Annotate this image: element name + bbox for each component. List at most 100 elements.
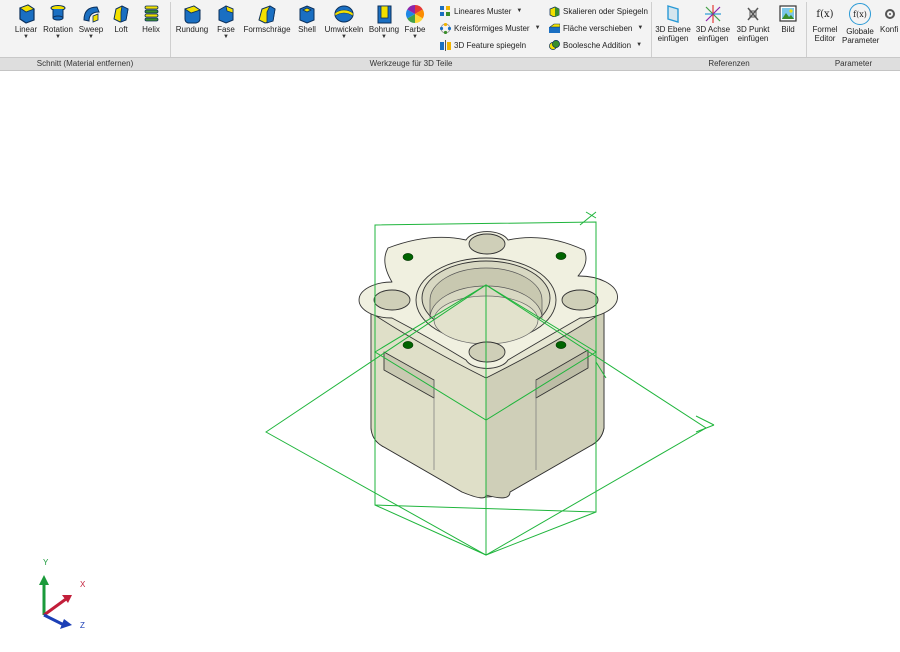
tool-label: Lineares Muster (454, 6, 512, 16)
point-icon (747, 7, 759, 21)
model-canvas[interactable] (0, 70, 900, 650)
linear-button[interactable]: Linear ▼ (10, 3, 42, 40)
move-face-icon (549, 23, 560, 33)
chevron-down-icon[interactable]: ▼ (368, 34, 400, 40)
configuration-button[interactable]: Konfi (880, 3, 900, 34)
global-parameter-icon: f(x) (849, 3, 871, 25)
tool-label: Sweep (78, 25, 104, 34)
chevron-down-icon[interactable]: ▼ (516, 8, 522, 14)
fillet-icon (184, 5, 201, 24)
chamfer-button[interactable]: Fase ▼ (212, 3, 240, 40)
y-axis-label: Y (43, 558, 49, 567)
part-model[interactable] (358, 231, 618, 499)
hole-icon (377, 5, 392, 24)
draft-icon (258, 5, 276, 24)
tool-label: Skalieren oder Spiegeln (563, 6, 648, 16)
insert-3d-plane-button[interactable]: 3D Ebene einfügen (654, 3, 692, 43)
shell-icon (299, 5, 315, 24)
hole-button[interactable]: Bohrung ▼ (368, 3, 400, 40)
3d-viewport[interactable] (0, 70, 900, 650)
fillet-button[interactable]: Rundung (174, 3, 210, 34)
group-label-3d-tools: Werkzeuge für 3D Teile (369, 59, 453, 68)
mirror-feature-button[interactable]: 3D Feature spiegeln (440, 38, 526, 52)
tool-label: einfügen (657, 34, 689, 43)
configuration-icon (885, 9, 895, 19)
tool-label: Editor (814, 34, 836, 43)
circular-pattern-button[interactable]: Kreisförmiges Muster ▼ (440, 21, 541, 35)
chevron-down-icon[interactable]: ▼ (10, 34, 42, 40)
loft-icon (113, 5, 129, 23)
helix-button[interactable]: Helix (138, 3, 164, 34)
ribbon-toolbar: Linear ▼ Rotation ▼ Sweep ▼ Loft Helix R… (0, 0, 900, 68)
scale-mirror-button[interactable]: Skalieren oder Spiegeln (549, 4, 648, 18)
chevron-down-icon[interactable]: ▼ (76, 34, 106, 40)
wrap-icon (334, 5, 354, 23)
tool-label: Parameter (842, 36, 880, 45)
tool-label: Globale (846, 27, 874, 36)
global-parameter-button[interactable]: f(x) Globale Parameter (842, 3, 880, 45)
group-label-cut: Schnitt (Material entfernen) (36, 59, 134, 68)
formula-editor-button[interactable]: f(x) Formel Editor (810, 3, 840, 44)
tool-label: 3D Punkt (736, 25, 770, 34)
image-icon (779, 5, 797, 22)
tool-label: 3D Ebene (655, 25, 691, 34)
insert-3d-axis-button[interactable]: 3D Achse einfügen (694, 3, 732, 43)
mirror-feature-icon (440, 39, 451, 51)
tool-label: Rundung (175, 25, 209, 34)
tool-label: Formel (812, 25, 838, 34)
group-label-parameters: Parameter (834, 59, 873, 68)
scale-mirror-icon (549, 6, 560, 17)
chevron-down-icon[interactable]: ▼ (637, 25, 643, 31)
shell-button[interactable]: Shell (294, 3, 320, 34)
tool-label: Boolesche Addition (563, 40, 632, 50)
tool-label: Konfi (880, 25, 899, 34)
boolean-add-button[interactable]: Boolesche Addition ▼ (549, 38, 642, 52)
chevron-down-icon[interactable]: ▼ (535, 25, 541, 31)
ribbon-group-labels: Schnitt (Material entfernen) Werkzeuge f… (0, 57, 900, 71)
axis-icon (705, 5, 721, 23)
color-wheel-icon (405, 4, 425, 24)
tool-label: Rotation (43, 25, 73, 34)
chevron-down-icon[interactable]: ▼ (636, 42, 642, 48)
sweep-icon (83, 6, 100, 23)
circular-pattern-icon (440, 22, 451, 34)
loft-button[interactable]: Loft (108, 3, 134, 34)
color-button[interactable]: Farbe ▼ (402, 3, 428, 40)
rotation-icon (50, 5, 66, 21)
chevron-down-icon[interactable]: ▼ (40, 34, 76, 40)
insert-3d-point-button[interactable]: 3D Punkt einfügen (734, 3, 772, 43)
chevron-down-icon[interactable]: ▼ (212, 34, 240, 40)
tool-label: einfügen (697, 34, 729, 43)
sweep-button[interactable]: Sweep ▼ (76, 3, 106, 40)
draft-button[interactable]: Formschräge (242, 3, 292, 34)
linear-pattern-icon (440, 5, 450, 16)
axis-triad: Y X Z (28, 555, 98, 635)
tool-label: einfügen (737, 34, 769, 43)
tool-label: Fläche verschieben (563, 23, 633, 33)
helix-icon (144, 5, 159, 22)
x-axis-arrow (43, 597, 67, 617)
x-axis-label: X (80, 580, 86, 589)
tool-label: Umwickeln (324, 25, 364, 34)
tool-label: Shell (298, 25, 316, 34)
z-axis-label: Z (80, 621, 85, 630)
tool-label: Linear (14, 25, 38, 34)
z-axis-arrow (43, 613, 65, 627)
linear-pattern-button[interactable]: Lineares Muster ▼ (440, 4, 522, 18)
image-button[interactable]: Bild (774, 3, 802, 34)
tool-label: Farbe (404, 25, 426, 34)
rotation-button[interactable]: Rotation ▼ (40, 3, 76, 40)
chevron-down-icon[interactable]: ▼ (402, 34, 428, 40)
linear-extrude-icon (19, 4, 35, 24)
tool-label: Fase (217, 25, 235, 34)
boolean-add-icon (549, 39, 560, 50)
tool-label: 3D Achse (695, 25, 731, 34)
chevron-down-icon[interactable]: ▼ (322, 34, 366, 40)
move-face-button[interactable]: Fläche verschieben ▼ (549, 21, 643, 35)
chamfer-icon (218, 5, 234, 24)
wrap-button[interactable]: Umwickeln ▼ (322, 3, 366, 40)
tool-label: Loft (114, 25, 128, 34)
y-axis-arrowhead (39, 575, 49, 585)
tool-label: Bild (781, 25, 795, 34)
formula-icon: f(x) (816, 8, 834, 20)
